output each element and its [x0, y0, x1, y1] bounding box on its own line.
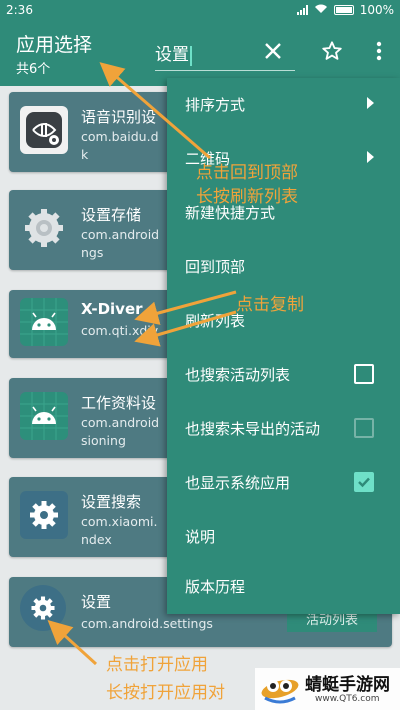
arrow-to-app-icon — [47, 619, 98, 666]
annotation-copy: 点击复制 — [236, 295, 304, 315]
arrow-to-title — [99, 62, 211, 160]
arrow-to-package — [134, 310, 237, 347]
dragonfly-logo-icon — [261, 679, 299, 704]
watermark-text: 蜻蜓手游网 — [305, 675, 390, 695]
watermark: 蜻蜓手游网 www.QT6.com — [255, 668, 400, 710]
annotation-open-app-long: 长按打开应用对 — [106, 683, 225, 703]
annotation-open-app: 点击打开应用 — [106, 655, 208, 675]
annotation-arrows — [47, 62, 237, 666]
arrow-to-name — [134, 290, 237, 325]
watermark-url: www.QT6.com — [315, 694, 380, 704]
annotation-scroll-top: 点击回到顶部 — [196, 163, 298, 183]
annotation-refresh: 长按刷新列表 — [196, 187, 298, 207]
